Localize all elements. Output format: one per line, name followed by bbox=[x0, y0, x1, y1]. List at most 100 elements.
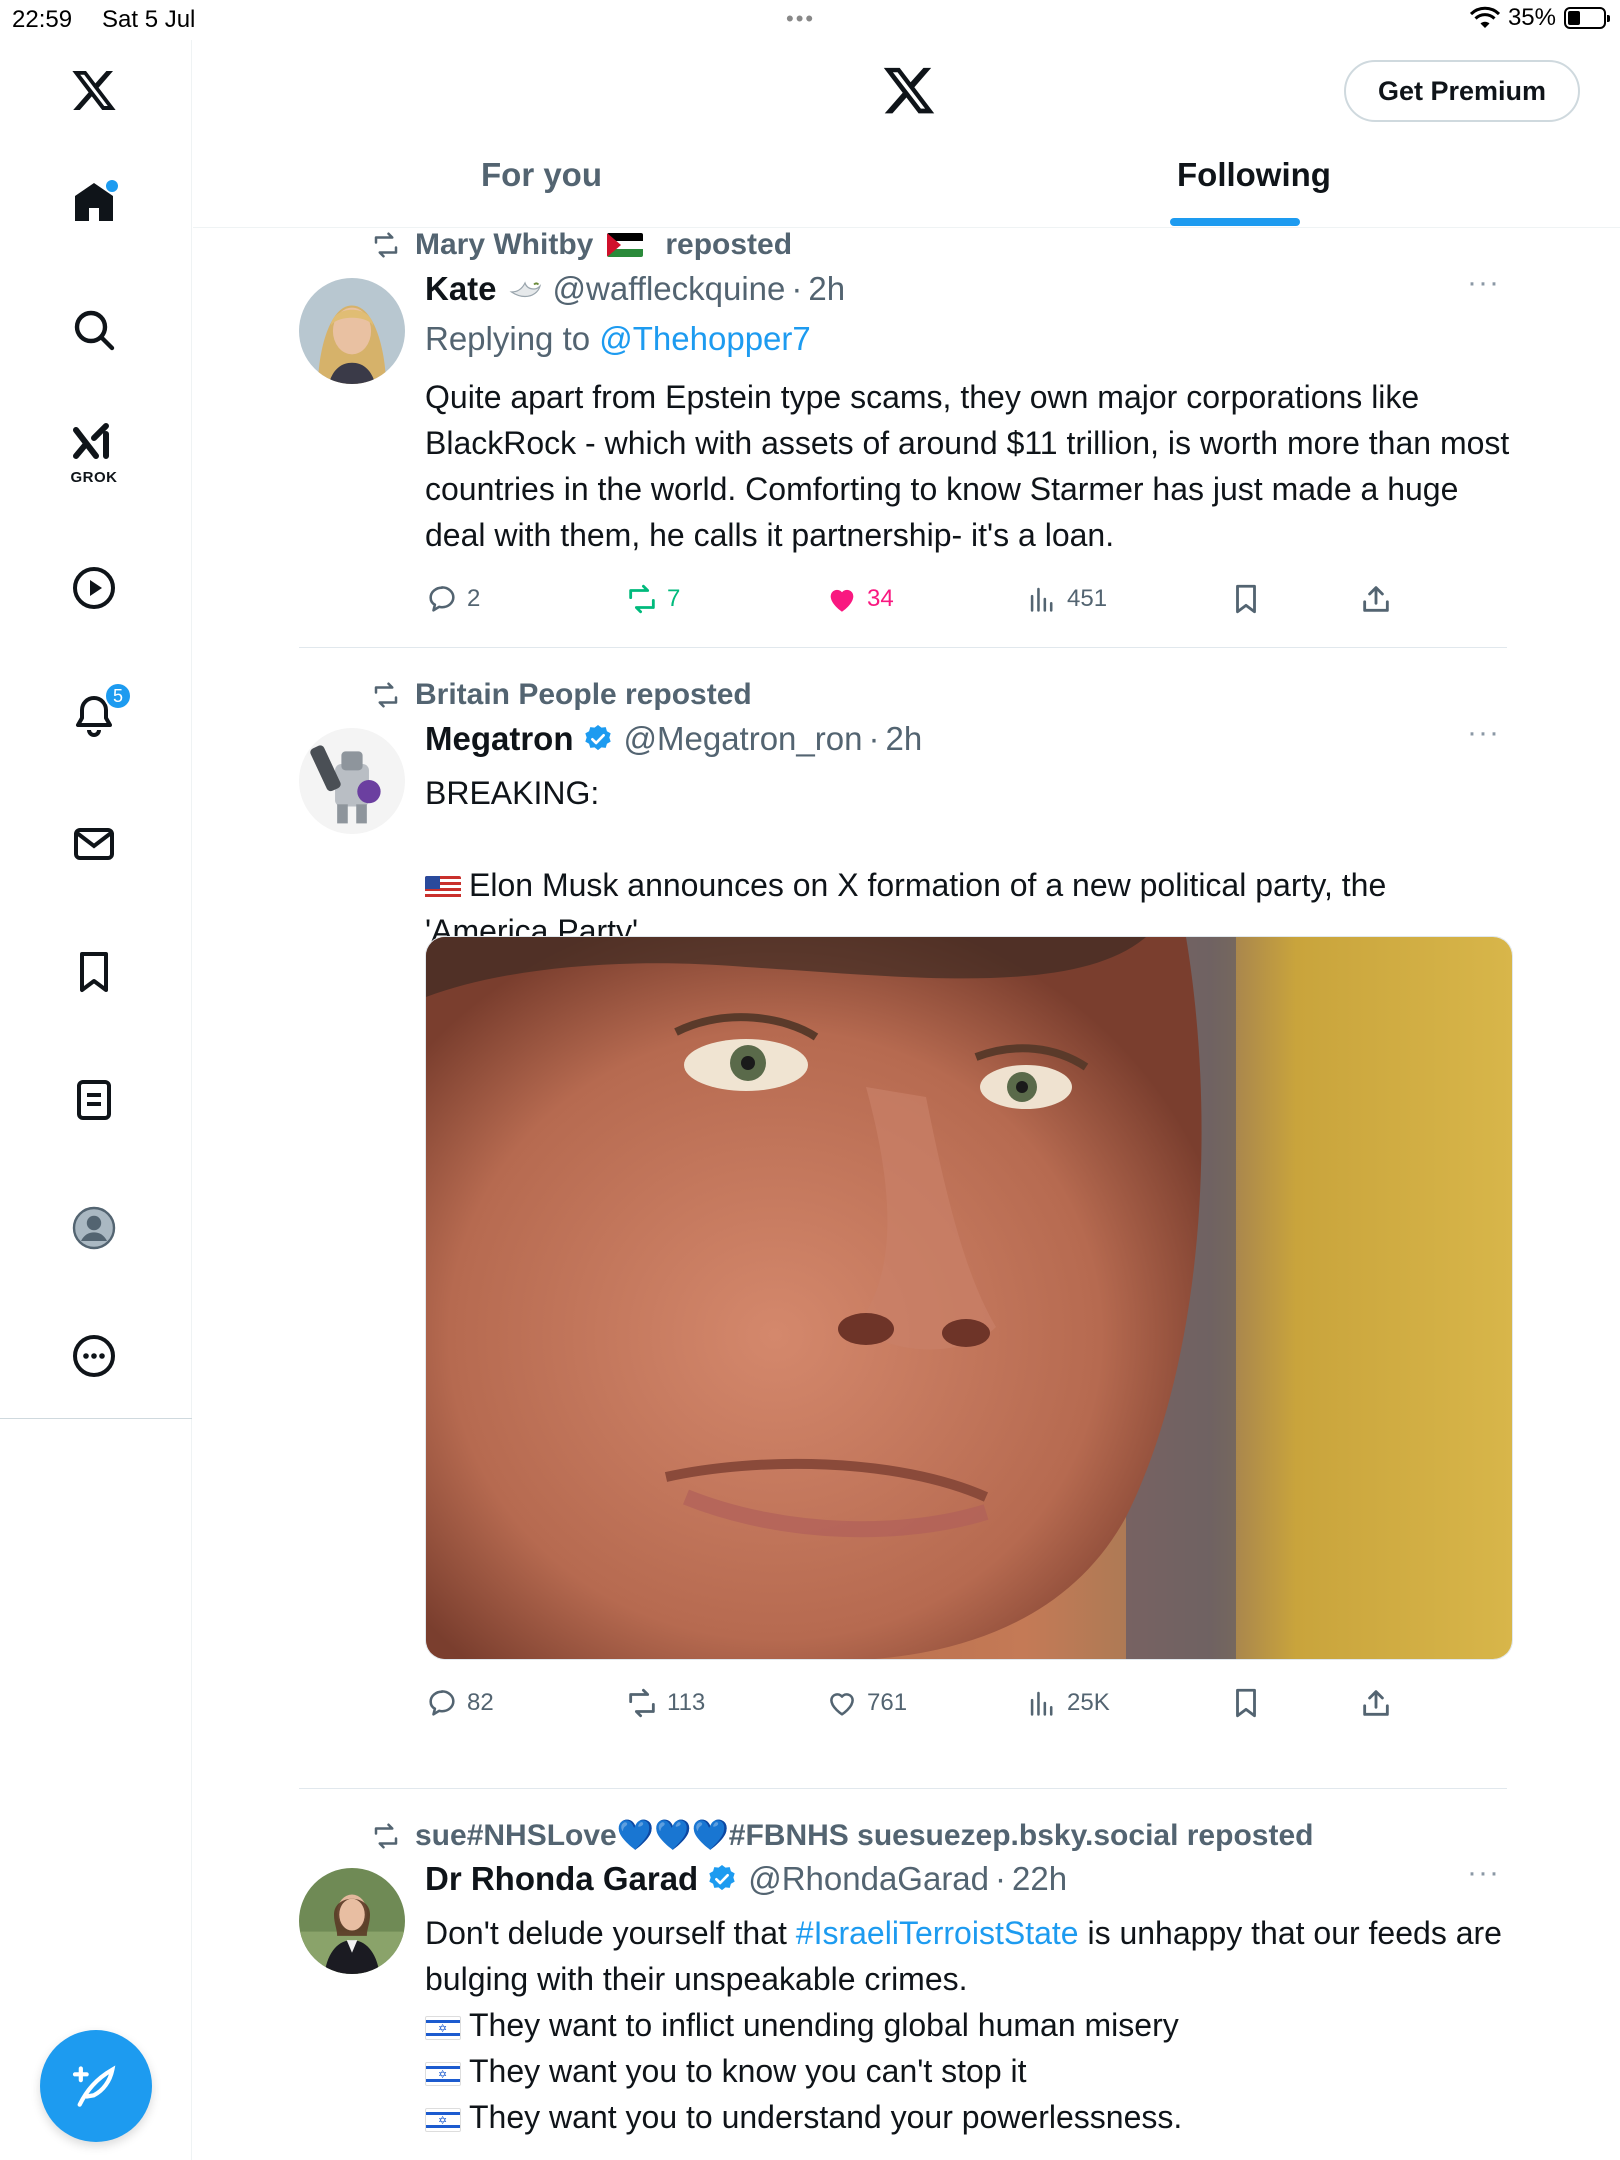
repost-context: Britain People reposted bbox=[371, 678, 752, 712]
author-name[interactable]: Kate bbox=[425, 270, 497, 308]
more-options-icon[interactable] bbox=[66, 1328, 122, 1384]
post-time[interactable]: 22h bbox=[1012, 1860, 1067, 1898]
author-handle[interactable]: @Megatron_ron bbox=[624, 720, 863, 758]
dove-icon bbox=[509, 281, 541, 298]
share-icon bbox=[1363, 1690, 1389, 1716]
notifications-badge: 5 bbox=[104, 682, 132, 710]
post-text-line: They want to inflict unending global hum… bbox=[469, 2007, 1179, 2043]
bookmark-icon bbox=[1236, 1688, 1256, 1718]
post-time[interactable]: 2h bbox=[885, 720, 922, 758]
post-divider bbox=[299, 1788, 1507, 1789]
like-button[interactable]: 34 bbox=[825, 582, 894, 616]
replying-to-label: Replying to bbox=[425, 320, 600, 357]
post-text-line: They want you to know you can't stop it bbox=[469, 2053, 1027, 2089]
heart-icon bbox=[830, 1693, 854, 1716]
repost-icon bbox=[629, 1688, 655, 1718]
views-icon bbox=[1030, 587, 1053, 612]
post-text-line: BREAKING: bbox=[425, 775, 600, 811]
grok-label: GROK bbox=[70, 469, 118, 486]
repost-context: sue#NHSLove💙💙💙#FBNHS suesuezep.bsky.soci… bbox=[371, 1818, 1313, 1853]
author-name[interactable]: Dr Rhonda Garad bbox=[425, 1860, 698, 1898]
views-icon bbox=[1030, 1691, 1053, 1716]
reply-count: 82 bbox=[467, 1689, 494, 1716]
post-text: BREAKING: Elon Musk announces on X forma… bbox=[425, 770, 1515, 954]
get-premium-button[interactable]: Get Premium bbox=[1343, 60, 1580, 122]
post-more-icon[interactable]: ··· bbox=[1467, 1856, 1507, 1890]
search-icon[interactable] bbox=[66, 302, 122, 358]
avatar[interactable] bbox=[299, 1868, 405, 1974]
status-bar: 22:59 Sat 5 Jul ••• 35% bbox=[0, 0, 1620, 40]
avatar[interactable] bbox=[299, 278, 405, 384]
reply-button[interactable]: 2 bbox=[425, 582, 480, 616]
view-count: 451 bbox=[1067, 585, 1108, 612]
lists-icon[interactable] bbox=[66, 1072, 122, 1128]
bookmarks-icon[interactable] bbox=[66, 944, 122, 1000]
post-more-icon[interactable]: ··· bbox=[1467, 716, 1507, 750]
share-icon bbox=[1363, 586, 1389, 612]
bookmark-button[interactable] bbox=[1229, 582, 1263, 616]
repost-small-icon bbox=[374, 1823, 398, 1848]
repost-context: Mary Whitby reposted bbox=[371, 228, 792, 262]
repost-by: Britain People reposted bbox=[415, 678, 752, 711]
author-handle[interactable]: @RhondaGarad bbox=[748, 1860, 989, 1898]
repost-small-icon bbox=[374, 682, 398, 708]
usa-flag-icon bbox=[425, 875, 461, 900]
timeline-header: Get Premium For you Following bbox=[193, 40, 1620, 228]
repost-count: 113 bbox=[667, 1689, 706, 1716]
view-count: 25K bbox=[1067, 1689, 1110, 1716]
like-button[interactable]: 761 bbox=[825, 1686, 907, 1720]
x-header-logo-icon[interactable] bbox=[881, 62, 937, 118]
heart-filled-icon bbox=[830, 589, 854, 612]
home-icon[interactable] bbox=[66, 174, 122, 230]
repost-button[interactable]: 113 bbox=[625, 1686, 705, 1720]
profile-icon[interactable] bbox=[66, 1200, 122, 1256]
post-more-icon[interactable]: ··· bbox=[1467, 266, 1507, 300]
x-logo-icon[interactable] bbox=[66, 62, 122, 118]
israel-flag-icon: ✡ bbox=[425, 2107, 461, 2132]
repost-button[interactable]: 7 bbox=[625, 582, 680, 616]
battery-percent: 35% bbox=[1507, 4, 1556, 31]
status-date: Sat 5 Jul bbox=[102, 6, 196, 33]
share-button[interactable] bbox=[1359, 582, 1393, 616]
hashtag-link[interactable]: #IsraeliTerroistState bbox=[796, 1915, 1079, 1951]
bookmark-button[interactable] bbox=[1229, 1686, 1263, 1720]
post-image-photo[interactable] bbox=[425, 936, 1513, 1660]
post-divider bbox=[299, 647, 1507, 648]
compose-button[interactable] bbox=[40, 2030, 152, 2142]
battery-icon bbox=[1564, 7, 1610, 29]
verified-badge-icon bbox=[584, 725, 611, 751]
video-icon[interactable] bbox=[66, 560, 122, 616]
author-name[interactable]: Megatron bbox=[425, 720, 574, 758]
post-text: Quite apart from Epstein type scams, the… bbox=[425, 379, 1510, 553]
messages-icon[interactable] bbox=[66, 816, 122, 872]
views-button[interactable]: 451 bbox=[1025, 582, 1107, 616]
tab-for-you[interactable]: For you bbox=[481, 156, 602, 194]
notifications-icon[interactable]: 5 bbox=[66, 682, 132, 744]
post-text-line: They want you to understand your powerle… bbox=[469, 2099, 1183, 2135]
repost-suffix: reposted bbox=[665, 228, 793, 261]
replying-to-link[interactable]: @Thehopper7 bbox=[599, 320, 810, 357]
repost-by: sue#NHSLove💙💙💙#FBNHS suesuezep.bsky.soci… bbox=[415, 1819, 1314, 1852]
compose-feather-icon bbox=[72, 2065, 116, 2107]
repost-icon bbox=[629, 584, 655, 614]
views-button[interactable]: 25K bbox=[1025, 1686, 1110, 1720]
post-time[interactable]: 2h bbox=[808, 270, 845, 308]
repost-by: Mary Whitby bbox=[415, 228, 594, 261]
sidebar-nav: GROK 5 bbox=[0, 40, 192, 2160]
post-actions: 82 113 761 25K bbox=[425, 1686, 1425, 1726]
reply-button[interactable]: 82 bbox=[425, 1686, 494, 1720]
multitasking-dots[interactable]: ••• bbox=[786, 6, 815, 32]
avatar[interactable] bbox=[299, 728, 405, 834]
post-actions: 2 7 34 451 bbox=[425, 582, 1425, 622]
author-handle[interactable]: @waffleckquine bbox=[553, 270, 786, 308]
reply-count: 2 bbox=[467, 585, 481, 612]
grok-icon[interactable]: GROK bbox=[66, 423, 122, 486]
share-button[interactable] bbox=[1359, 1686, 1393, 1720]
tab-following[interactable]: Following bbox=[1177, 156, 1331, 194]
repost-small-icon bbox=[374, 232, 398, 258]
palestine-flag-icon bbox=[607, 233, 644, 257]
wifi-icon bbox=[1469, 6, 1500, 28]
israel-flag-icon: ✡ bbox=[425, 2015, 461, 2040]
verified-badge-icon bbox=[709, 1865, 735, 1891]
sidebar-divider bbox=[0, 1418, 192, 1419]
